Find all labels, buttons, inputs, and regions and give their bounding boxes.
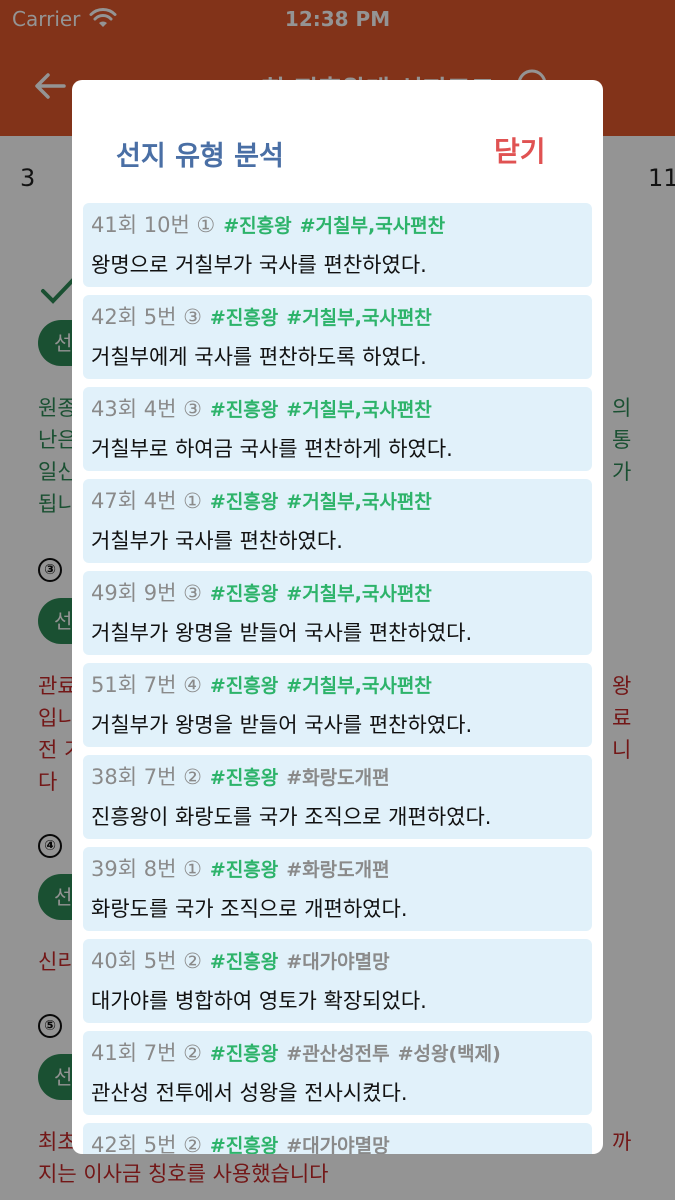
hashtag: #거칠부,국사편찬 bbox=[286, 491, 432, 513]
hashtag: #성왕(백제) bbox=[397, 1043, 501, 1065]
exam-reference: 41회 10번 ① bbox=[91, 213, 216, 237]
hashtag: #화랑도개편 bbox=[286, 859, 390, 881]
item-header: 39회 8번 ① #진흥왕 #화랑도개편 bbox=[91, 853, 584, 885]
item-header: 42회 5번 ③ #진흥왕 #거칠부,국사편찬 bbox=[91, 301, 584, 333]
list-item[interactable]: 51회 7번 ④ #진흥왕 #거칠부,국사편찬거칠부가 왕명을 받들어 국사를 편찬… bbox=[83, 663, 592, 747]
choice-text: 거칠부가 왕명을 받들어 국사를 편찬하였다. bbox=[91, 621, 473, 645]
list-item[interactable]: 41회 10번 ① #진흥왕 #거칠부,국사편찬왕명으로 거칠부가 국사를 편찬하였… bbox=[83, 203, 592, 287]
hashtag: #거칠부,국사편찬 bbox=[299, 215, 446, 237]
hashtag: #관산성전투 bbox=[286, 1043, 390, 1065]
list-item[interactable]: 42회 5번 ② #진흥왕 #대가야멸망 bbox=[83, 1123, 592, 1154]
hashtag: #진흥왕 bbox=[209, 767, 279, 789]
hashtag: #거칠부,국사편찬 bbox=[286, 675, 432, 697]
choice-text: 왕명으로 거칠부가 국사를 편찬하였다. bbox=[91, 253, 427, 277]
hashtag: #진흥왕 bbox=[209, 491, 279, 513]
exam-reference: 38회 7번 ② bbox=[91, 765, 202, 789]
exam-reference: 51회 7번 ④ bbox=[91, 673, 202, 697]
list-item[interactable]: 49회 9번 ③ #진흥왕 #거칠부,국사편찬거칠부가 왕명을 받들어 국사를 편찬… bbox=[83, 571, 592, 655]
hashtag: #진흥왕 bbox=[209, 859, 279, 881]
exam-reference: 42회 5번 ③ bbox=[91, 305, 202, 329]
modal-title: 선지 유형 분석 bbox=[116, 141, 284, 172]
hashtag: #대가야멸망 bbox=[286, 951, 390, 973]
choice-text: 거칠부가 왕명을 받들어 국사를 편찬하였다. bbox=[91, 713, 473, 737]
hashtag: #거칠부,국사편찬 bbox=[286, 399, 432, 421]
exam-reference: 47회 4번 ① bbox=[91, 489, 202, 513]
hashtag: #화랑도개편 bbox=[286, 767, 390, 789]
hashtag: #대가야멸망 bbox=[286, 1135, 390, 1154]
item-header: 47회 4번 ① #진흥왕 #거칠부,국사편찬 bbox=[91, 485, 584, 517]
list-item[interactable]: 38회 7번 ② #진흥왕 #화랑도개편 진흥왕이 화랑도를 국가 조직으로 개편하… bbox=[83, 755, 592, 839]
choice-text: 화랑도를 국가 조직으로 개편하였다. bbox=[91, 897, 408, 921]
choice-text: 관산성 전투에서 성왕을 전사시켰다. bbox=[91, 1081, 408, 1105]
choice-text: 거칠부에게 국사를 편찬하도록 하였다. bbox=[91, 345, 427, 369]
exam-reference: 49회 9번 ③ bbox=[91, 581, 202, 605]
close-button[interactable]: 닫기 bbox=[494, 130, 546, 170]
item-header: 41회 10번 ① #진흥왕 #거칠부,국사편찬 bbox=[91, 209, 584, 241]
exam-reference: 41회 7번 ② bbox=[91, 1041, 202, 1065]
hashtag: #진흥왕 bbox=[209, 307, 279, 329]
item-header: 40회 5번 ② #진흥왕 #대가야멸망 bbox=[91, 945, 584, 977]
item-header: 49회 9번 ③ #진흥왕 #거칠부,국사편찬 bbox=[91, 577, 584, 609]
exam-reference: 39회 8번 ① bbox=[91, 857, 202, 881]
list-item[interactable]: 41회 7번 ② #진흥왕 #관산성전투 #성왕(백제) 관산성 전투에서 성왕을 전사… bbox=[83, 1031, 592, 1115]
hashtag: #진흥왕 bbox=[223, 215, 292, 237]
choice-text: 거칠부로 하여금 국사를 편찬하게 하였다. bbox=[91, 437, 453, 461]
choice-text: 대가야를 병합하여 영토가 확장되었다. bbox=[91, 989, 427, 1013]
list-item[interactable]: 43회 4번 ③ #진흥왕 #거칠부,국사편찬거칠부로 하여금 국사를 편찬하게 하… bbox=[83, 387, 592, 471]
hashtag: #거칠부,국사편찬 bbox=[286, 307, 432, 329]
hashtag: #진흥왕 bbox=[209, 583, 279, 605]
exam-reference: 40회 5번 ② bbox=[91, 949, 202, 973]
modal-header: 선지 유형 분석 닫기 bbox=[72, 80, 603, 200]
item-header: 38회 7번 ② #진흥왕 #화랑도개편 bbox=[91, 761, 584, 793]
choice-analysis-list[interactable]: 41회 10번 ① #진흥왕 #거칠부,국사편찬 왕명으로 거칠부가 국사를 편찬하였… bbox=[83, 203, 592, 1154]
choice-text: 진흥왕이 화랑도를 국가 조직으로 개편하였다. bbox=[91, 805, 492, 829]
exam-reference: 42회 5번 ② bbox=[91, 1133, 202, 1154]
list-item[interactable]: 47회 4번 ① #진흥왕 #거칠부,국사편찬거칠부가 국사를 편찬하였다. bbox=[83, 479, 592, 563]
exam-reference: 43회 4번 ③ bbox=[91, 397, 202, 421]
hashtag: #진흥왕 bbox=[209, 951, 279, 973]
item-header: 43회 4번 ③ #진흥왕 #거칠부,국사편찬 bbox=[91, 393, 584, 425]
list-item[interactable]: 39회 8번 ① #진흥왕 #화랑도개편 화랑도를 국가 조직으로 개편하였다. bbox=[83, 847, 592, 931]
list-item[interactable]: 42회 5번 ③ #진흥왕 #거칠부,국사편찬거칠부에게 국사를 편찬하도록 하였다… bbox=[83, 295, 592, 379]
choice-text: 거칠부가 국사를 편찬하였다. bbox=[91, 529, 343, 553]
list-item[interactable]: 40회 5번 ② #진흥왕 #대가야멸망대가야를 병합하여 영토가 확장되었다. bbox=[83, 939, 592, 1023]
hashtag: #진흥왕 bbox=[209, 675, 279, 697]
item-header: 42회 5번 ② #진흥왕 #대가야멸망 bbox=[91, 1129, 584, 1154]
item-header: 41회 7번 ② #진흥왕 #관산성전투 #성왕(백제) bbox=[91, 1037, 584, 1069]
hashtag: #거칠부,국사편찬 bbox=[286, 583, 432, 605]
hashtag: #진흥왕 bbox=[209, 1043, 279, 1065]
item-header: 51회 7번 ④ #진흥왕 #거칠부,국사편찬 bbox=[91, 669, 584, 701]
hashtag: #진흥왕 bbox=[209, 1135, 279, 1154]
analysis-modal: 선지 유형 분석 닫기 41회 10번 ① #진흥왕 #거칠부,국사편찬 왕명으로 거… bbox=[72, 80, 603, 1154]
hashtag: #진흥왕 bbox=[209, 399, 279, 421]
